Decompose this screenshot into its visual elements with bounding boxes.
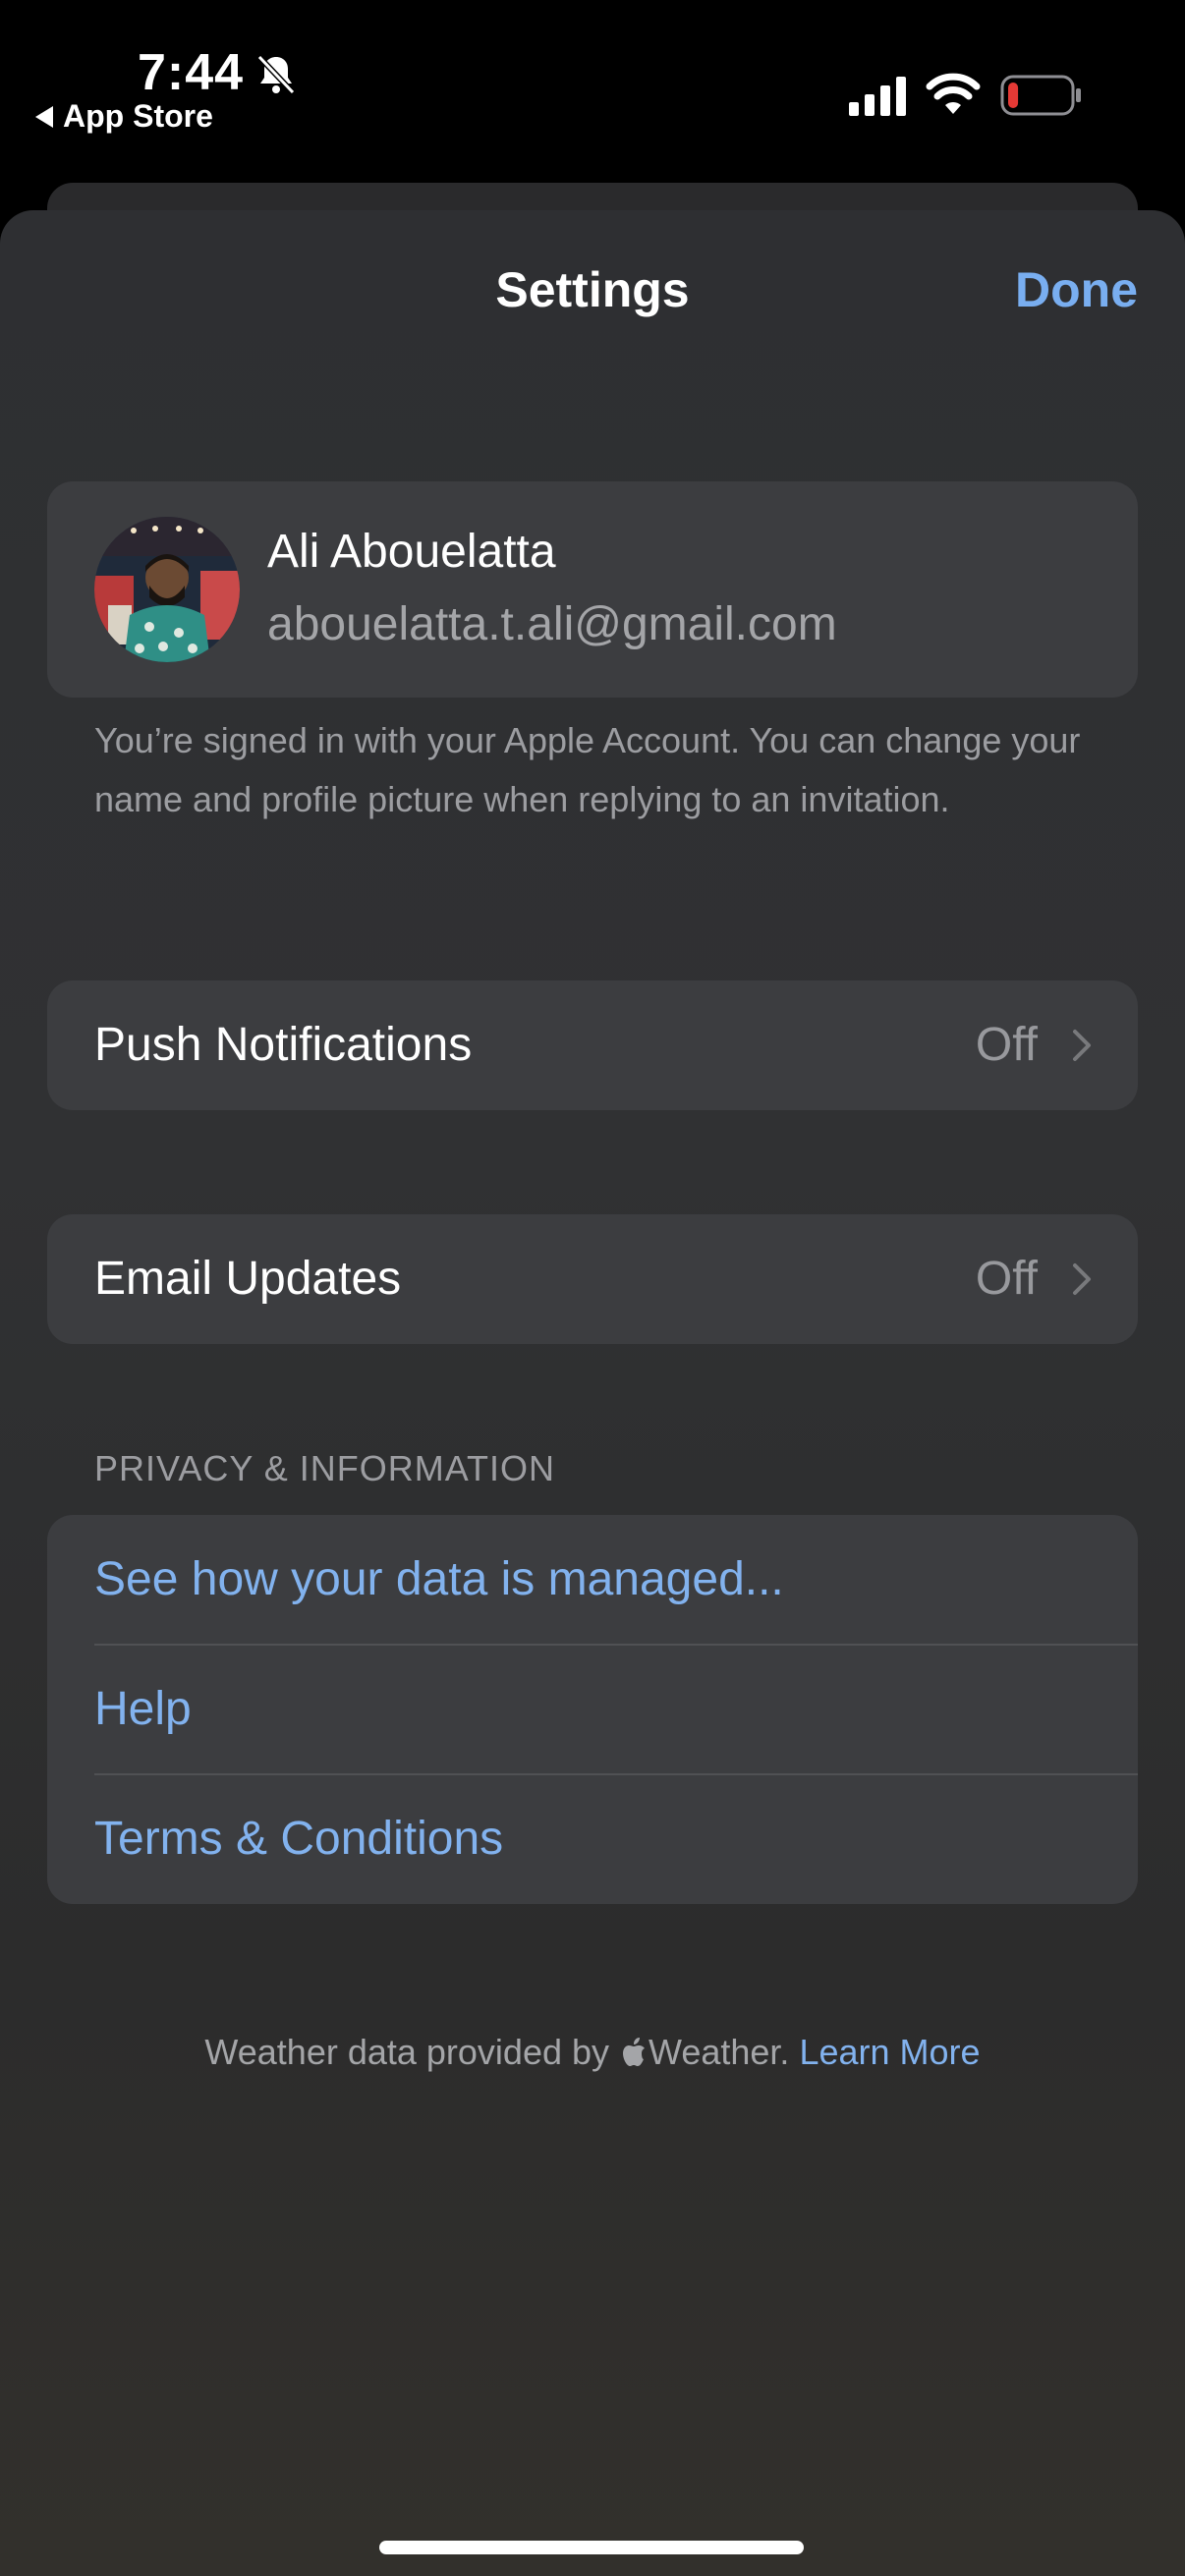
status-time: 7:44 — [138, 44, 245, 101]
chevron-right-icon — [1073, 1263, 1091, 1295]
wifi-icon — [926, 73, 981, 114]
account-footnote: You’re signed in with your Apple Account… — [94, 720, 1081, 819]
battery-low-icon — [1000, 75, 1081, 116]
email-updates-label: Email Updates — [94, 1253, 402, 1305]
back-to-app-store[interactable]: App Store — [35, 98, 213, 135]
terms-label: Terms & Conditions — [94, 1813, 504, 1865]
cellular-signal-icon — [849, 77, 906, 116]
settings-sheet: Settings Done Ali Abouelatta abouelatta.… — [0, 210, 1185, 2576]
email-updates-row[interactable]: Email Updates Off — [47, 1214, 1138, 1344]
back-arrow-icon — [35, 105, 53, 128]
back-app-label: App Store — [63, 98, 213, 134]
weather-brand: Weather. — [649, 2032, 790, 2072]
push-notifications-value: Off — [975, 1019, 1038, 1071]
home-indicator[interactable] — [379, 2541, 804, 2554]
status-bar: 7:44 App Store — [0, 0, 1185, 187]
bell-slash-icon — [256, 54, 296, 95]
done-button[interactable]: Done — [1015, 261, 1138, 318]
avatar — [94, 517, 240, 662]
profile-name: Ali Abouelatta — [267, 526, 556, 578]
data-management-link[interactable]: See how your data is managed... — [47, 1515, 1138, 1645]
account-card[interactable]: Ali Abouelatta abouelatta.t.ali@gmail.co… — [47, 481, 1138, 698]
help-link[interactable]: Help — [47, 1645, 1138, 1774]
push-notifications-label: Push Notifications — [94, 1019, 473, 1071]
learn-more-link[interactable]: Learn More — [799, 2032, 980, 2072]
privacy-card: See how your data is managed... Help Ter… — [47, 1515, 1138, 1904]
apple-logo-icon — [623, 2038, 646, 2066]
profile-email: abouelatta.t.ali@gmail.com — [267, 598, 837, 650]
terms-link[interactable]: Terms & Conditions — [47, 1774, 1138, 1904]
data-management-label: See how your data is managed... — [94, 1553, 784, 1605]
page-title: Settings — [495, 262, 690, 317]
push-notifications-row[interactable]: Push Notifications Off — [47, 980, 1138, 1110]
email-updates-value: Off — [975, 1253, 1038, 1305]
weather-credit: Weather data provided by Weather. Learn … — [0, 2032, 1185, 2073]
help-label: Help — [94, 1683, 192, 1735]
chevron-right-icon — [1073, 1030, 1091, 1061]
weather-credit-prefix: Weather data provided by — [204, 2032, 620, 2072]
privacy-section-header: PRIVACY & INFORMATION — [94, 1448, 556, 1488]
